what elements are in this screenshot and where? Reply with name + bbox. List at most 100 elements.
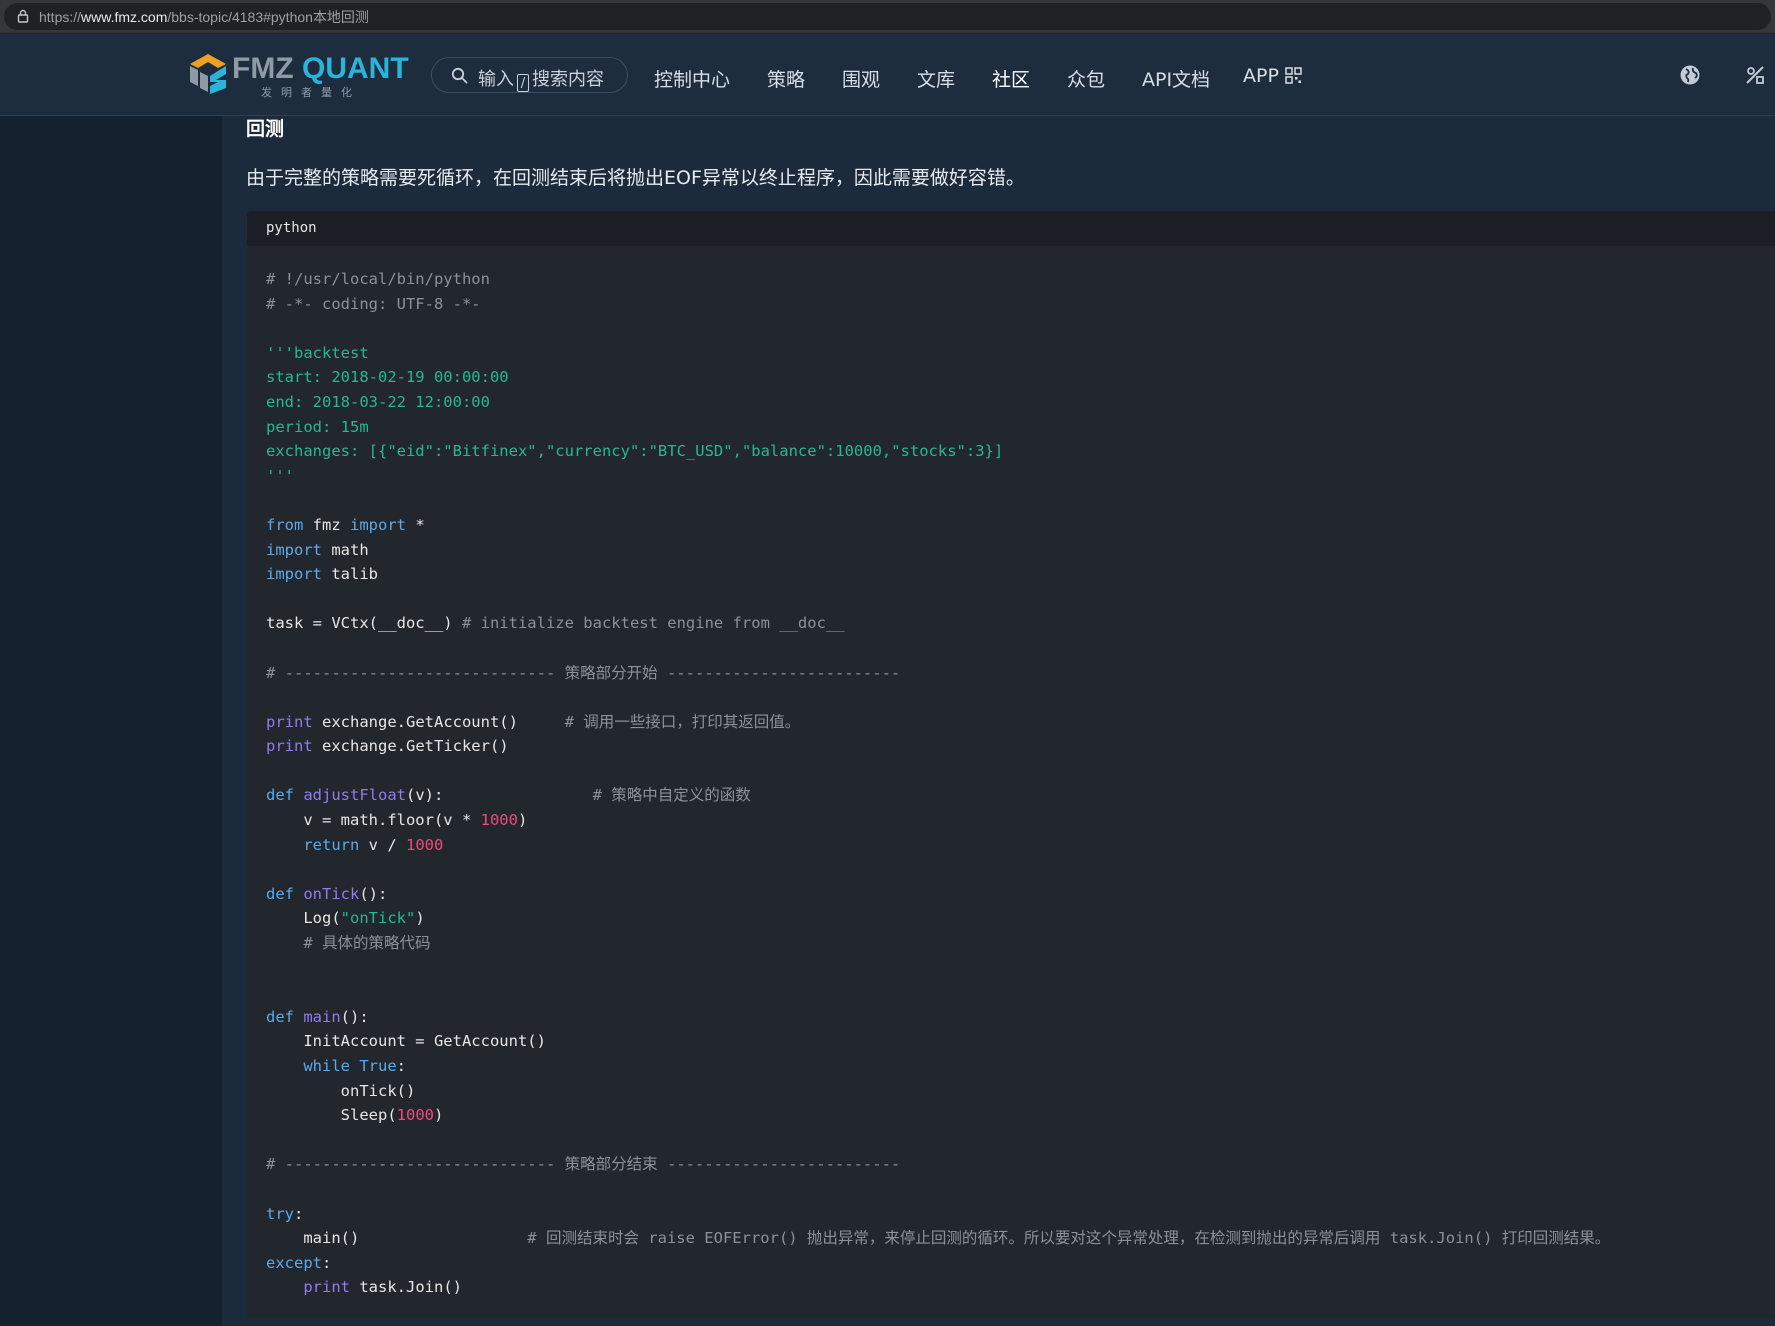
- code-line: import math: [266, 538, 1610, 563]
- code-token: "onTick": [340, 909, 416, 928]
- code-token: # ----------------------------- 策略部分开始 -…: [266, 663, 901, 682]
- code-line: # !/usr/local/bin/python: [266, 267, 1610, 292]
- code-token: main(): [266, 1229, 528, 1248]
- nav-api-docs[interactable]: API文档: [1142, 65, 1210, 92]
- code-token: ): [433, 1106, 444, 1125]
- nav-library[interactable]: 文库: [917, 65, 955, 92]
- code-line: main() # 回测结束时会 raise EOFError() 抛出异常，来停…: [266, 1226, 1610, 1251]
- nav-app-label: APP: [1243, 65, 1279, 87]
- code-line: onTick(): [266, 1079, 1610, 1104]
- code-token: # -*- coding: UTF-8 -*-: [266, 294, 481, 313]
- code-token: ():: [359, 884, 388, 903]
- search-placeholder-after: 搜索内容: [532, 69, 604, 90]
- nav-crowdsource[interactable]: 众包: [1067, 65, 1105, 92]
- nav-watch[interactable]: 围观: [842, 65, 880, 92]
- theme-toggle-icon[interactable]: [1744, 64, 1766, 86]
- logo-fmz: FMZ: [232, 52, 294, 85]
- code-token: onTick: [303, 884, 360, 903]
- code-token: print: [266, 712, 313, 731]
- code-line: exchanges: [{"eid":"Bitfinex","currency"…: [266, 439, 1610, 464]
- url-text[interactable]: https://www.fmz.com/bbs-topic/4183#pytho…: [39, 7, 369, 27]
- code-line: task = VCtx(__doc__) # initialize backte…: [266, 611, 1610, 636]
- code-line: # 具体的策略代码: [266, 931, 1610, 956]
- code-token: main: [303, 1007, 341, 1026]
- code-content[interactable]: # !/usr/local/bin/python # -*- coding: UT…: [266, 267, 1610, 1300]
- code-token: math: [322, 540, 369, 559]
- nav-control-center[interactable]: 控制中心: [654, 65, 730, 92]
- code-token: exchange.GetTicker(): [312, 737, 509, 756]
- code-token: # 策略中自定义的函数: [592, 786, 751, 805]
- code-token: def: [266, 1007, 294, 1026]
- code-token: v = math.floor(v *: [266, 811, 481, 830]
- code-line: print exchange.GetAccount() # 调用一些接口，打印其…: [266, 710, 1610, 735]
- section-heading: 回测: [246, 118, 285, 140]
- code-token: import: [266, 540, 322, 559]
- search-icon: [451, 67, 468, 84]
- code-token: return: [303, 835, 360, 854]
- code-token: 1000: [406, 835, 444, 854]
- qr-code-icon: [1285, 67, 1302, 84]
- code-token: end: 2018-03-22 12:00:00: [266, 392, 490, 411]
- code-token: talib: [322, 565, 378, 584]
- code-token: except: [266, 1253, 322, 1272]
- code-token: # 调用一些接口，打印其返回值。: [564, 712, 801, 731]
- code-line: def main():: [266, 1005, 1610, 1030]
- code-token: task.Join(): [350, 1278, 462, 1297]
- code-block-header: python: [247, 211, 1775, 246]
- code-token: fmz: [303, 515, 350, 534]
- code-token: adjustFloat: [303, 786, 406, 805]
- code-token: try: [266, 1204, 294, 1223]
- code-token: def: [266, 786, 294, 805]
- code-line: def onTick():: [266, 882, 1610, 907]
- article-paragraph: 由于完整的策略需要死循环，在回测结束后将抛出EOF异常以终止程序，因此需要做好容…: [246, 167, 1025, 189]
- url-path: /bbs-topic/4183#python本地回测: [167, 9, 369, 25]
- code-line: Log("onTick"): [266, 906, 1610, 931]
- code-line: InitAccount = GetAccount(): [266, 1029, 1610, 1054]
- nav-strategy[interactable]: 策略: [767, 65, 805, 92]
- lock-icon[interactable]: [16, 9, 30, 23]
- code-line: def adjustFloat(v): # 策略中自定义的函数: [266, 783, 1610, 808]
- code-token: task = VCtx(__doc__): [266, 614, 462, 633]
- search-box[interactable]: 输入 / 搜索内容: [431, 57, 628, 93]
- code-token: start: 2018-02-19 00:00:00: [266, 368, 509, 387]
- nav-app[interactable]: APP: [1243, 65, 1302, 87]
- code-token: from: [266, 515, 304, 534]
- code-token: 1000: [396, 1106, 434, 1125]
- code-line: # ----------------------------- 策略部分开始 -…: [266, 661, 1610, 686]
- code-line: v = math.floor(v * 1000): [266, 808, 1610, 833]
- code-token: def: [266, 884, 294, 903]
- address-bar[interactable]: https://www.fmz.com/bbs-topic/4183#pytho…: [4, 3, 1771, 30]
- site-header: FMZ QUANT 发明者量化 输入 / 搜索内容 控制中心 策略 围观 文库 社区…: [0, 34, 1775, 116]
- nav-community[interactable]: 社区: [992, 65, 1030, 92]
- code-block[interactable]: python # !/usr/local/bin/python # -*- cod…: [247, 211, 1775, 1319]
- code-token: import: [266, 565, 322, 584]
- code-line: # -*- coding: UTF-8 -*-: [266, 292, 1610, 317]
- left-sidebar: [0, 116, 222, 1326]
- code-token: Log(: [266, 909, 341, 928]
- code-token: period: 15m: [266, 417, 369, 436]
- search-placeholder: 输入 / 搜索内容: [478, 65, 604, 92]
- browser-url-bar: https://www.fmz.com/bbs-topic/4183#pytho…: [0, 0, 1775, 34]
- code-token: ): [517, 811, 528, 830]
- search-placeholder-before: 输入: [478, 69, 514, 90]
- code-line: try:: [266, 1202, 1610, 1227]
- code-token: print: [266, 737, 313, 756]
- code-line: while True:: [266, 1054, 1610, 1079]
- code-token: while: [303, 1057, 350, 1075]
- code-token: Sleep(: [266, 1106, 397, 1125]
- fmz-logo[interactable]: FMZ QUANT 发明者量化: [188, 52, 418, 102]
- globe-icon[interactable]: [1679, 64, 1701, 86]
- url-prefix: https://: [39, 9, 82, 25]
